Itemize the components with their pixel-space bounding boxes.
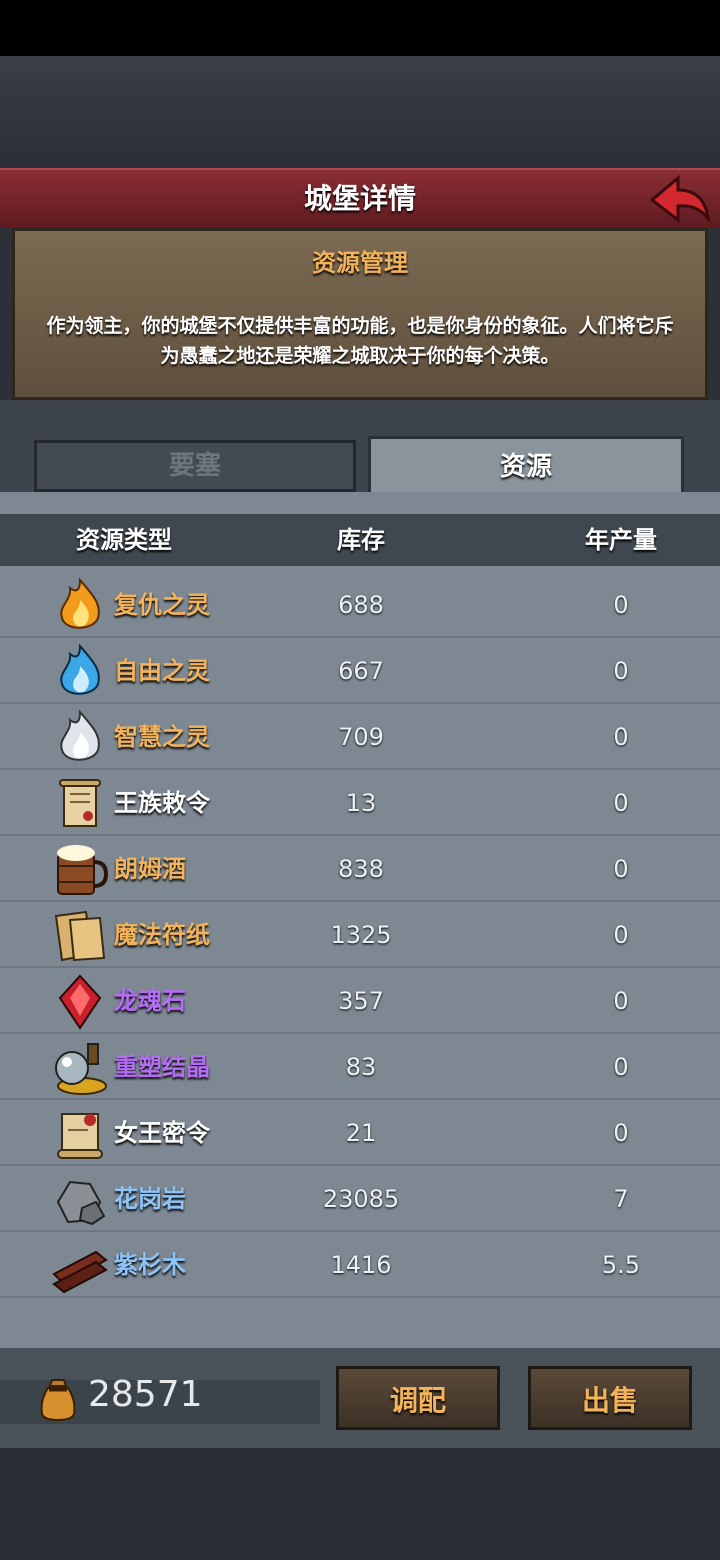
- resource-production: 0: [613, 855, 629, 883]
- resource-production: 0: [613, 657, 629, 685]
- header-type[interactable]: 资源类型: [76, 514, 172, 566]
- back-arrow-icon[interactable]: [648, 174, 712, 226]
- resource-name: 王族敕令: [114, 789, 210, 817]
- resource-production: 0: [613, 1119, 629, 1147]
- adjust-button[interactable]: 调配: [336, 1366, 500, 1430]
- resource-name: 复仇之灵: [114, 591, 210, 619]
- table-row[interactable]: 女王密令 21 0: [0, 1100, 720, 1166]
- paper-icon: [52, 908, 108, 964]
- resource-stock: 838: [338, 855, 384, 883]
- status-bar: [0, 0, 720, 56]
- resource-list[interactable]: 复仇之灵 688 0 自由之灵 667 0 智慧之灵 709 0 王族敕令 13…: [0, 566, 720, 1348]
- background-upper: [0, 56, 720, 168]
- table-row[interactable]: 智慧之灵 709 0: [0, 704, 720, 770]
- resource-panel: 资源类型 库存 年产量 复仇之灵 688 0 自由之灵 667 0 智慧之灵 7…: [0, 492, 720, 1348]
- red-gem-icon: [52, 974, 108, 1030]
- resource-stock: 667: [338, 657, 384, 685]
- scroll-icon: [52, 776, 108, 832]
- resource-production: 0: [613, 789, 629, 817]
- info-panel: 资源管理 作为领主，你的城堡不仅提供丰富的功能，也是你身份的象征。人们将它斥为愚…: [12, 228, 708, 400]
- wood-planks-icon: [52, 1238, 108, 1294]
- resource-stock: 13: [345, 789, 377, 817]
- table-row[interactable]: 紫杉木 1416 5.5: [0, 1232, 720, 1298]
- resource-name: 朗姆酒: [114, 855, 186, 883]
- resource-name: 重塑结晶: [114, 1053, 210, 1081]
- sealed-letter-icon: [52, 1106, 108, 1162]
- section-title: 资源管理: [312, 249, 408, 277]
- flame-blue-icon: [52, 643, 108, 700]
- table-row[interactable]: 重塑结晶 83 0: [0, 1034, 720, 1100]
- table-row[interactable]: 龙魂石 357 0: [0, 968, 720, 1034]
- background-lower: [0, 1448, 720, 1560]
- page-title: 城堡详情: [303, 182, 416, 215]
- resource-name: 花岗岩: [114, 1185, 186, 1213]
- beer-mug-icon: [52, 842, 109, 898]
- resource-stock: 709: [338, 723, 384, 751]
- table-header: 资源类型 库存 年产量: [0, 514, 720, 566]
- resource-stock: 1325: [330, 921, 392, 949]
- tab-bar: 要塞 资源: [0, 400, 720, 492]
- table-row[interactable]: 朗姆酒 838 0: [0, 836, 720, 902]
- resource-stock: 1416: [330, 1251, 392, 1279]
- resource-stock: 688: [338, 591, 384, 619]
- resource-name: 龙魂石: [114, 987, 186, 1015]
- table-row[interactable]: 花岗岩 23085 7: [0, 1166, 720, 1232]
- resource-production: 0: [613, 987, 629, 1015]
- tab-fortress[interactable]: 要塞: [34, 440, 356, 492]
- resource-production: 0: [613, 723, 629, 751]
- resource-production: 0: [613, 1053, 629, 1081]
- gold-sack-icon: [38, 1376, 78, 1422]
- resource-stock: 23085: [322, 1185, 400, 1213]
- title-bar: 城堡详情: [0, 168, 720, 228]
- description-text: 作为领主，你的城堡不仅提供丰富的功能，也是你身份的象征。人们将它斥为愚蠢之地还是…: [46, 315, 674, 367]
- gold-amount: 28571: [88, 1374, 203, 1415]
- sell-button[interactable]: 出售: [528, 1366, 692, 1430]
- granite-icon: [52, 1172, 108, 1228]
- resource-production: 0: [613, 921, 629, 949]
- tab-resource[interactable]: 资源: [368, 436, 684, 492]
- table-row[interactable]: 王族敕令 13 0: [0, 770, 720, 836]
- resource-name: 智慧之灵: [114, 723, 210, 751]
- resource-production: 0: [613, 591, 629, 619]
- crystal-orb-icon: [52, 1040, 108, 1096]
- table-row[interactable]: 复仇之灵 688 0: [0, 572, 720, 638]
- header-production[interactable]: 年产量: [560, 514, 682, 566]
- bottom-bar: 28571 调配 出售: [0, 1348, 720, 1448]
- resource-stock: 357: [338, 987, 384, 1015]
- resource-name: 紫杉木: [114, 1251, 186, 1279]
- resource-name: 自由之灵: [114, 657, 210, 685]
- table-row[interactable]: 自由之灵 667 0: [0, 638, 720, 704]
- resource-name: 魔法符纸: [114, 921, 210, 949]
- resource-stock: 21: [345, 1119, 377, 1147]
- flame-white-icon: [52, 709, 108, 766]
- flame-orange-icon: [52, 577, 108, 634]
- resource-production: 7: [613, 1185, 629, 1213]
- resource-name: 女王密令: [114, 1119, 210, 1147]
- resource-stock: 83: [345, 1053, 377, 1081]
- header-stock[interactable]: 库存: [300, 514, 422, 566]
- resource-production: 5.5: [601, 1251, 641, 1279]
- table-row[interactable]: 魔法符纸 1325 0: [0, 902, 720, 968]
